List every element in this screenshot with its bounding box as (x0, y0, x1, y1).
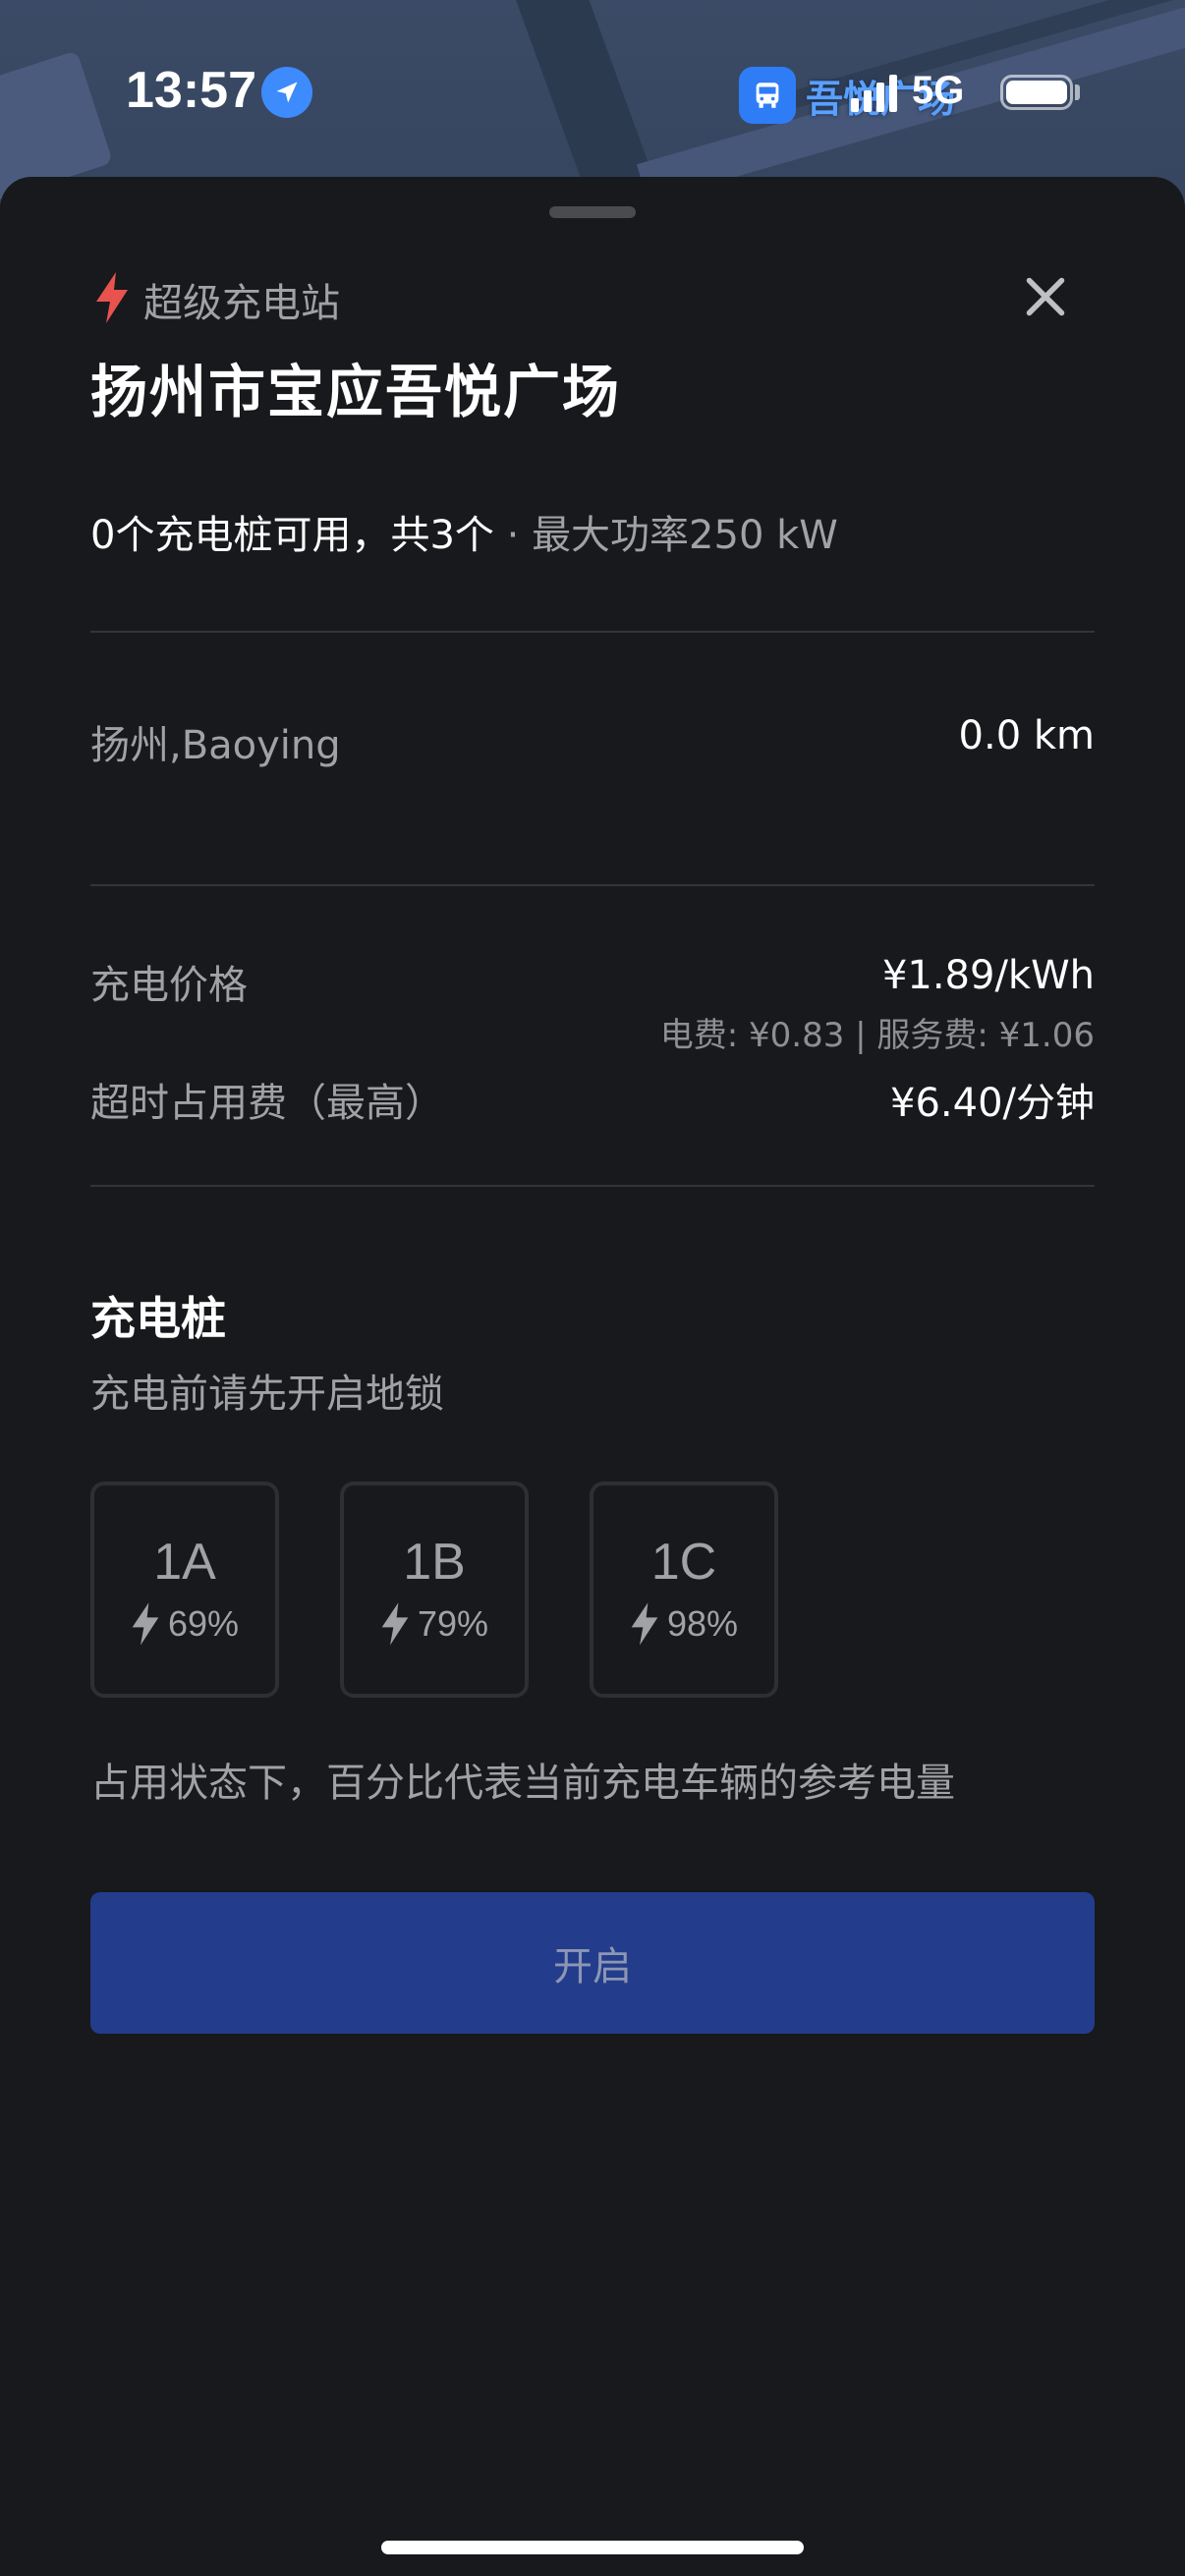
status-time: 13:57 (126, 62, 256, 119)
stalls-section-subtitle: 充电前请先开启地锁 (90, 1372, 444, 1417)
stall-id: 1B (403, 1534, 466, 1591)
stall-charge: 98% (630, 1601, 738, 1647)
bus-icon (739, 67, 796, 124)
stall-card[interactable]: 1C 98% (590, 1482, 778, 1698)
battery-tip (1075, 84, 1080, 100)
stall-charge: 69% (131, 1601, 239, 1647)
distance-value: 0.0 km (958, 713, 1095, 758)
idle-fee-label: 超时占用费（最高） (90, 1081, 444, 1126)
stall-list: 1A 69% 1B 79% 1C 98% (90, 1482, 778, 1698)
stall-card[interactable]: 1B 79% (340, 1482, 529, 1698)
station-type-label: 超级充电站 (143, 281, 340, 326)
stall-percent: 98% (666, 1603, 739, 1644)
charge-price-label: 充电价格 (90, 963, 248, 1008)
stall-charge: 79% (380, 1601, 488, 1647)
stall-percent: 69% (167, 1603, 240, 1644)
stall-occupancy-note: 占用状态下，百分比代表当前充电车辆的参考电量 (90, 1761, 955, 1806)
availability-line: 0个充电桩可用，共3个 · 最大功率250 kW (90, 503, 838, 560)
lightning-bolt-icon (94, 272, 130, 327)
home-indicator[interactable] (381, 2541, 804, 2554)
lightning-bolt-icon (132, 1602, 159, 1646)
station-name: 扬州市宝应吾悦广场 (90, 359, 622, 425)
divider (90, 884, 1095, 886)
sheet-grabber[interactable] (549, 206, 636, 218)
network-type: 5G (912, 69, 965, 112)
location-label: 扬州,Baoying (90, 723, 341, 768)
stalls-section-title: 充电桩 (90, 1292, 226, 1345)
availability-count: 0个充电桩可用，共3个 (90, 513, 494, 558)
charge-price-value: ¥1.89/kWh (881, 953, 1095, 998)
stall-id: 1A (153, 1534, 216, 1591)
battery-icon (1000, 75, 1073, 110)
lightning-bolt-icon (381, 1602, 409, 1646)
location-arrow-icon (261, 67, 312, 118)
lightning-bolt-icon (631, 1602, 658, 1646)
station-detail-sheet: 超级充电站 扬州市宝应吾悦广场 0个充电桩可用，共3个 · 最大功率250 kW… (0, 177, 1185, 2576)
charge-price-breakdown: 电费: ¥0.83 | 服务费: ¥1.06 (659, 1016, 1095, 1055)
station-type: 超级充电站 (94, 271, 340, 328)
divider (90, 1185, 1095, 1187)
cellular-signal-icon (851, 73, 897, 112)
divider (90, 631, 1095, 633)
close-icon (1026, 277, 1065, 316)
availability-separator: · (493, 513, 533, 558)
stall-percent: 79% (417, 1603, 489, 1644)
max-power: 最大功率250 kW (532, 513, 838, 558)
stall-card[interactable]: 1A 69% (90, 1482, 279, 1698)
idle-fee-value: ¥6.40/分钟 (890, 1081, 1095, 1126)
close-button[interactable] (1014, 265, 1077, 328)
unlock-button[interactable]: 开启 (90, 1892, 1095, 2034)
status-bar: 13:57 吾悦广场 5G (0, 0, 1185, 177)
stall-id: 1C (650, 1534, 717, 1591)
